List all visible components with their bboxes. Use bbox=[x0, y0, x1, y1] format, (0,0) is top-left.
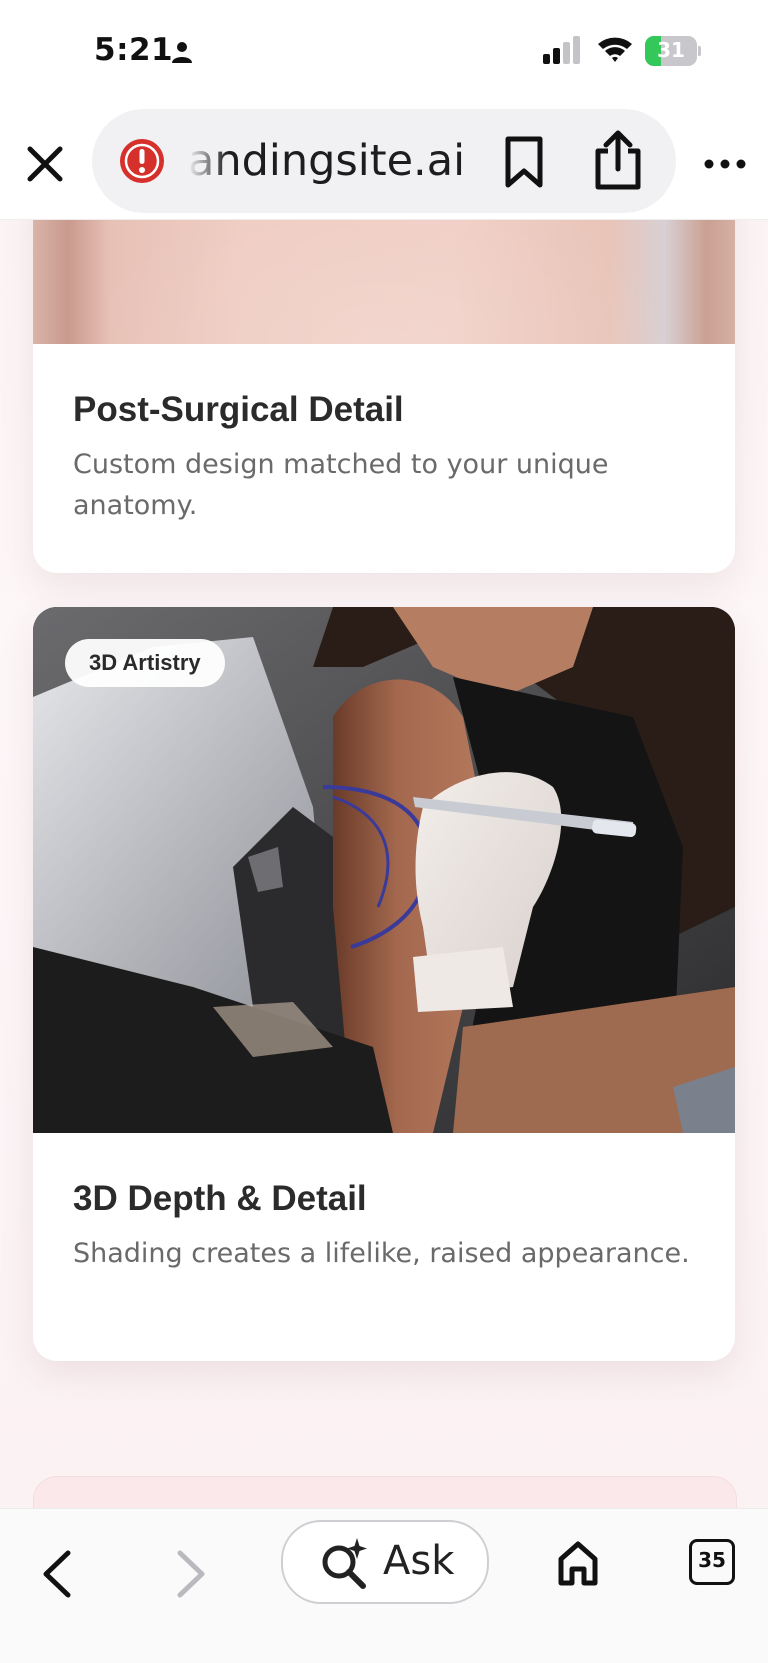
card-title: 3D Depth & Detail bbox=[73, 1179, 367, 1218]
battery-level: 31 bbox=[657, 38, 685, 62]
close-icon[interactable] bbox=[22, 141, 68, 187]
card-description: Custom design matched to your unique ana… bbox=[73, 449, 609, 521]
more-icon[interactable] bbox=[700, 149, 750, 179]
ask-button[interactable]: Ask bbox=[281, 1520, 489, 1604]
tab-count: 35 bbox=[698, 1548, 726, 1572]
cellular-signal-icon bbox=[543, 36, 580, 64]
home-icon[interactable] bbox=[556, 1539, 600, 1587]
url-text[interactable]: ‪andingsite.ai‬ bbox=[188, 131, 490, 191]
ai-search-icon bbox=[322, 1538, 367, 1589]
browser-top-bar: ‪andingsite.ai‬ bbox=[0, 105, 768, 220]
warning-icon[interactable] bbox=[118, 137, 166, 185]
card-image-tattoo-artist: 3D Artistry bbox=[33, 607, 735, 1133]
chevron-left-icon[interactable] bbox=[38, 1547, 78, 1601]
address-bar[interactable]: ‪andingsite.ai‬ bbox=[92, 109, 676, 213]
status-bar: 5:21 31 bbox=[0, 0, 768, 105]
card-description: Shading creates a lifelike, raised appea… bbox=[73, 1238, 690, 1269]
ask-label: Ask bbox=[383, 1538, 455, 1584]
category-badge: 3D Artistry bbox=[65, 639, 225, 687]
clock-time: 5:21 bbox=[94, 32, 174, 68]
battery-indicator: 31 bbox=[645, 36, 701, 66]
feature-card-3d-depth: 3D Artistry 3D Depth & Detail Shading cr… bbox=[33, 607, 735, 1361]
share-icon[interactable] bbox=[592, 129, 644, 191]
person-icon bbox=[172, 42, 192, 63]
chevron-right-icon[interactable] bbox=[170, 1547, 210, 1601]
card-title: Post-Surgical Detail bbox=[73, 390, 404, 429]
browser-bottom-toolbar: Ask 35 bbox=[0, 1508, 768, 1663]
bookmark-icon[interactable] bbox=[502, 135, 546, 189]
wifi-icon bbox=[598, 37, 632, 62]
tabs-button[interactable]: 35 bbox=[689, 1539, 735, 1585]
